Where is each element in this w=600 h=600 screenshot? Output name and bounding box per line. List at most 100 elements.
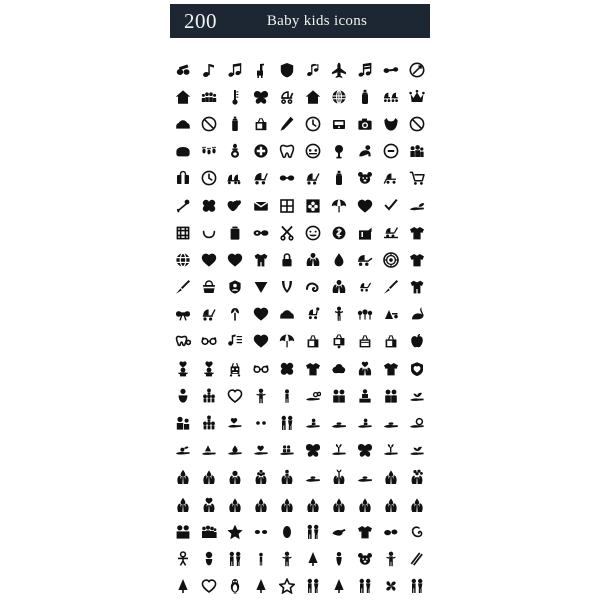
toddler-icon[interactable] [274,382,300,409]
umbrella-open-icon[interactable] [274,328,300,355]
couple-pair-three-icon[interactable] [404,573,430,600]
music-note-icon[interactable] [196,56,222,83]
car-icon[interactable] [170,110,196,137]
butterfly-three-icon[interactable] [352,437,378,464]
shirt-icon[interactable] [404,219,430,246]
dots-icon[interactable] [248,409,274,436]
stroller-pram-icon[interactable] [196,301,222,328]
heart-bold-icon[interactable] [248,328,274,355]
bow-icon[interactable] [170,301,196,328]
hearts-icon[interactable] [222,192,248,219]
airplane-icon[interactable] [326,56,352,83]
glasses-outline-icon[interactable] [196,328,222,355]
ball-icon[interactable] [170,246,196,273]
no-sign-icon[interactable] [404,110,430,137]
hands-cup-icon[interactable] [196,464,222,491]
hands-hold-icon[interactable] [222,464,248,491]
heart-down-icon[interactable] [248,274,274,301]
hands-flower-icon[interactable] [248,464,274,491]
tv-antenna-icon[interactable] [300,328,326,355]
bottle-small-icon[interactable] [326,165,352,192]
hand-tree-icon[interactable] [196,437,222,464]
baby-bottle-icon[interactable] [222,110,248,137]
pram-icon[interactable] [248,165,274,192]
bag-icon[interactable] [352,219,378,246]
hands-cup-two-icon[interactable] [378,464,404,491]
child-icon[interactable] [248,382,274,409]
baby-heart-two-icon[interactable] [196,355,222,382]
person-small-icon[interactable] [248,545,274,572]
star-outline-icon[interactable] [274,573,300,600]
carriage-icon[interactable] [352,246,378,273]
coin-icon[interactable] [326,219,352,246]
swan-icon[interactable] [404,301,430,328]
hand-baby-two-icon[interactable] [378,437,404,464]
tulip-icon[interactable] [222,301,248,328]
hands-cup-four-icon[interactable] [248,491,274,518]
binoculars-icon[interactable] [170,56,196,83]
hands-bouquet-icon[interactable] [404,464,430,491]
couple-pair-two-icon[interactable] [352,573,378,600]
hands-up-icon[interactable] [300,246,326,273]
spiral-outline-icon[interactable] [404,518,430,545]
family-tree-icon[interactable] [196,382,222,409]
bear-ears-icon[interactable] [352,545,378,572]
footprints-icon[interactable] [196,138,222,165]
tv-calendar-icon[interactable] [352,328,378,355]
stroller-cart-icon[interactable] [378,219,404,246]
hands-cup-eight-icon[interactable] [352,491,378,518]
tshirt-small-icon[interactable] [300,355,326,382]
tree-icon[interactable] [300,545,326,572]
bin-icon[interactable] [222,219,248,246]
window-icon[interactable] [274,192,300,219]
heart-shield-icon[interactable] [404,355,430,382]
hands-flame-two-icon[interactable] [170,491,196,518]
hand-sprout-icon[interactable] [326,437,352,464]
circle-arrow-icon[interactable] [404,56,430,83]
music-notes-icon[interactable] [222,56,248,83]
home-icon[interactable] [300,83,326,110]
baby-stand-icon[interactable] [326,301,352,328]
tv-screen-icon[interactable] [378,328,404,355]
camera-icon[interactable] [352,110,378,137]
hands-cup-nine-icon[interactable] [378,491,404,518]
eyes-icon[interactable] [248,518,274,545]
tshirt-dark-icon[interactable] [352,518,378,545]
pram-side-icon[interactable] [300,165,326,192]
crowd-icon[interactable] [196,518,222,545]
tshirt-icon[interactable] [404,246,430,273]
hands-heart-two-icon[interactable] [196,491,222,518]
family-circle-icon[interactable] [170,409,196,436]
thermometer-icon[interactable] [222,83,248,110]
penguin-icon[interactable] [222,573,248,600]
stroller-tiny-icon[interactable] [352,274,378,301]
onesie-icon[interactable] [248,246,274,273]
baby-bib-icon[interactable] [170,382,196,409]
sunglasses-icon[interactable] [248,219,274,246]
heart-icon[interactable] [352,192,378,219]
family-tree-big-icon[interactable] [196,409,222,436]
tooth-icon[interactable] [274,138,300,165]
bodysuit-icon[interactable] [404,274,430,301]
child-two-icon[interactable] [378,545,404,572]
check-icon[interactable] [378,192,404,219]
family-pair-icon[interactable] [404,138,430,165]
droplet-icon[interactable] [326,246,352,273]
heart-hand-icon[interactable] [222,409,248,436]
pinwheel-icon[interactable] [378,573,404,600]
pushchair-icon[interactable] [300,301,326,328]
glasses-icon[interactable] [274,165,300,192]
music-swirl-icon[interactable] [300,56,326,83]
blob-icon[interactable] [274,518,300,545]
hand-family-icon[interactable] [274,437,300,464]
gingerbread-outline-icon[interactable] [170,545,196,572]
house-icon[interactable] [170,83,196,110]
stroller-push-icon[interactable] [378,165,404,192]
twin-seats-icon[interactable] [222,165,248,192]
two-persons-icon[interactable] [170,518,196,545]
hands-sprout-icon[interactable] [326,464,352,491]
playground-icon[interactable] [378,301,404,328]
hand-heart-small-icon[interactable] [248,437,274,464]
diaper-bag-icon[interactable] [170,165,196,192]
heart-solid-icon[interactable] [248,301,274,328]
